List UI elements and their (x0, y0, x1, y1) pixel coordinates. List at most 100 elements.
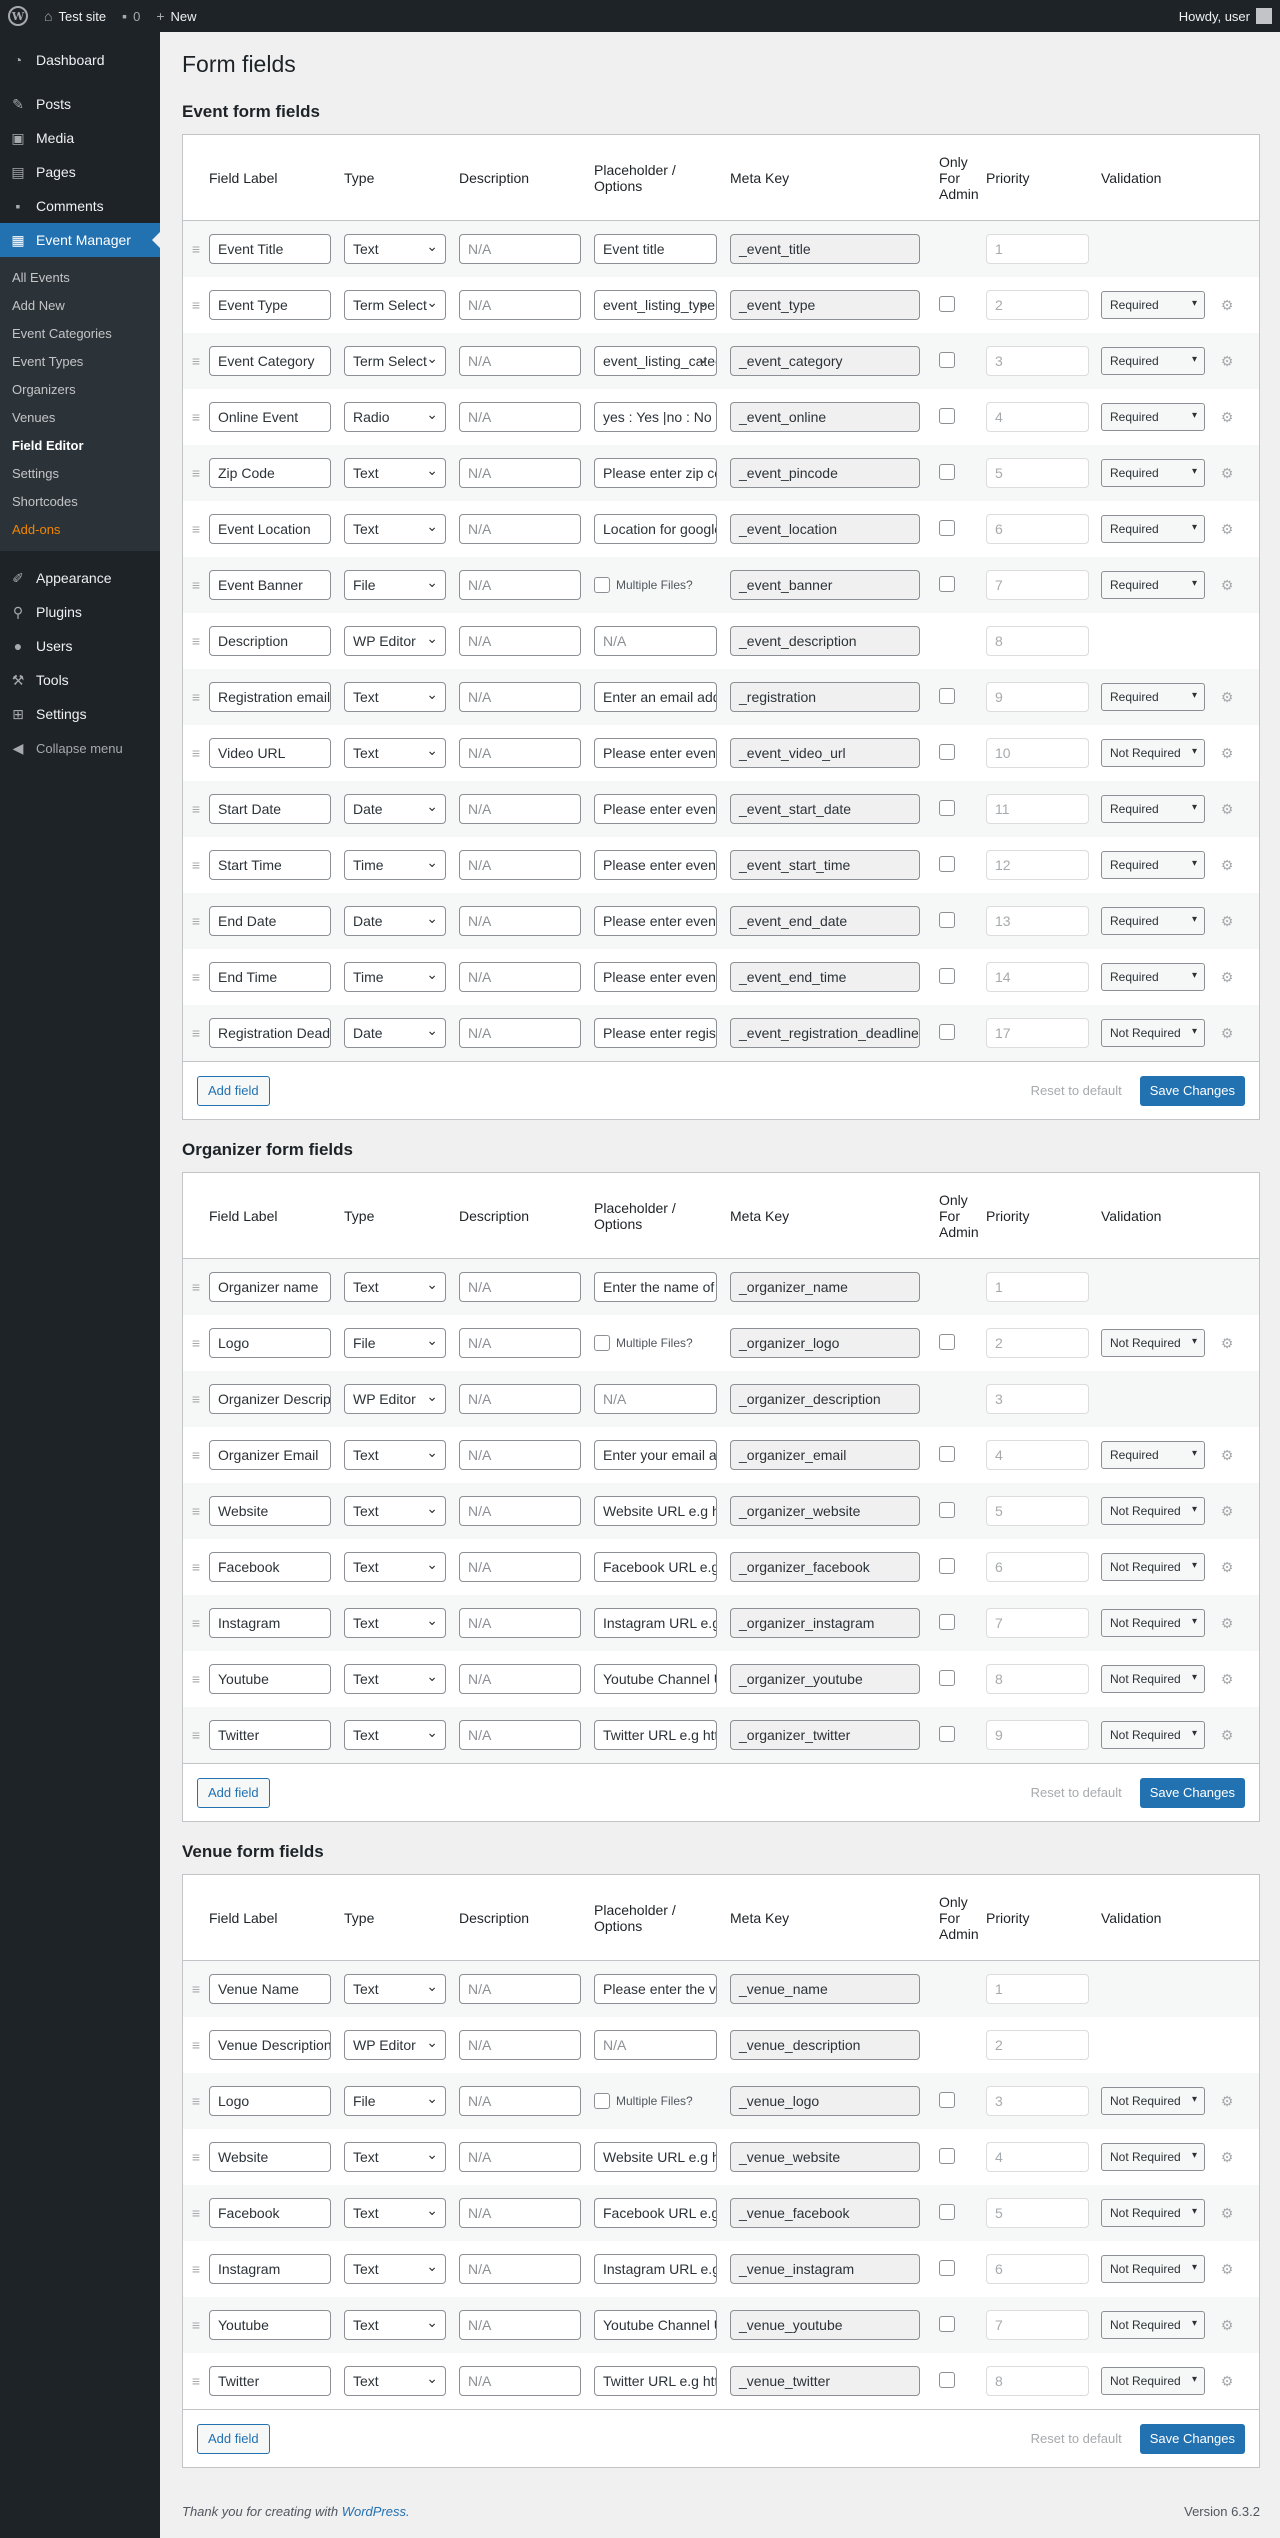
validation-select[interactable]: Not Required (1101, 739, 1205, 767)
field-type-select[interactable]: Text (344, 458, 446, 488)
validation-select[interactable]: Not Required (1101, 2255, 1205, 2283)
field-settings-gear-icon[interactable]: ⚙ (1217, 353, 1237, 370)
drag-handle-icon[interactable]: ≡ (183, 297, 209, 313)
drag-handle-icon[interactable]: ≡ (183, 1279, 209, 1295)
reset-to-default-link[interactable]: Reset to default (1031, 1785, 1122, 1800)
my-account[interactable]: Howdy, user (1179, 8, 1280, 24)
validation-select[interactable]: Not Required (1101, 2199, 1205, 2227)
placeholder-input[interactable]: Youtube Channel URL e.g http://www.youtu… (594, 2310, 717, 2340)
placeholder-input[interactable]: Enter your email address (594, 1440, 717, 1470)
field-label-input[interactable]: Video URL (209, 738, 331, 768)
field-label-input[interactable]: Instagram (209, 1608, 331, 1638)
description-input[interactable]: N/A (459, 1440, 581, 1470)
field-type-select[interactable]: Text (344, 2198, 446, 2228)
drag-handle-icon[interactable]: ≡ (183, 689, 209, 705)
reset-to-default-link[interactable]: Reset to default (1031, 2431, 1122, 2446)
menu-appearance[interactable]: ✐ Appearance (0, 561, 160, 595)
only-for-admin-checkbox[interactable] (939, 743, 955, 760)
field-label-input[interactable]: Event Category (209, 346, 331, 376)
field-label-input[interactable]: Youtube (209, 1664, 331, 1694)
placeholder-input[interactable]: Please enter zip code (594, 458, 717, 488)
only-for-admin-checkbox[interactable] (939, 463, 955, 480)
validation-select[interactable]: Not Required (1101, 1019, 1205, 1047)
priority-input[interactable]: 9 (986, 682, 1089, 712)
description-input[interactable]: N/A (459, 738, 581, 768)
priority-input[interactable]: 10 (986, 738, 1089, 768)
validation-select[interactable]: Required (1101, 571, 1205, 599)
field-label-input[interactable]: Venue Description (209, 2030, 331, 2060)
placeholder-input[interactable]: Facebook URL e.g http://www.facebook.com… (594, 1552, 717, 1582)
field-settings-gear-icon[interactable]: ⚙ (1217, 1559, 1237, 1576)
field-settings-gear-icon[interactable]: ⚙ (1217, 465, 1237, 482)
priority-input[interactable]: 8 (986, 1664, 1089, 1694)
description-input[interactable]: N/A (459, 1974, 581, 2004)
validation-select[interactable]: Not Required (1101, 2143, 1205, 2171)
only-for-admin-checkbox[interactable] (939, 407, 955, 424)
drag-handle-icon[interactable]: ≡ (183, 1981, 209, 1997)
priority-input[interactable]: 3 (986, 346, 1089, 376)
drag-handle-icon[interactable]: ≡ (183, 1447, 209, 1463)
description-input[interactable]: N/A (459, 1496, 581, 1526)
field-settings-gear-icon[interactable]: ⚙ (1217, 969, 1237, 986)
field-settings-gear-icon[interactable]: ⚙ (1217, 2261, 1237, 2278)
priority-input[interactable]: 4 (986, 2142, 1089, 2172)
validation-select[interactable]: Required (1101, 851, 1205, 879)
drag-handle-icon[interactable]: ≡ (183, 1391, 209, 1407)
drag-handle-icon[interactable]: ≡ (183, 969, 209, 985)
only-for-admin-checkbox[interactable] (939, 2371, 955, 2388)
multiple-files-checkbox[interactable] (594, 1335, 610, 1351)
field-label-input[interactable]: Website (209, 2142, 331, 2172)
drag-handle-icon[interactable]: ≡ (183, 1503, 209, 1519)
field-settings-gear-icon[interactable]: ⚙ (1217, 857, 1237, 874)
field-label-input[interactable]: Logo (209, 1328, 331, 1358)
description-input[interactable]: N/A (459, 514, 581, 544)
only-for-admin-checkbox[interactable] (939, 1613, 955, 1630)
placeholder-input[interactable]: Enter an email address (594, 682, 717, 712)
field-settings-gear-icon[interactable]: ⚙ (1217, 689, 1237, 706)
validation-select[interactable]: Required (1101, 403, 1205, 431)
field-settings-gear-icon[interactable]: ⚙ (1217, 2093, 1237, 2110)
description-input[interactable]: N/A (459, 1720, 581, 1750)
priority-input[interactable]: 13 (986, 906, 1089, 936)
submenu-event-categories[interactable]: Event Categories (0, 320, 160, 348)
field-label-input[interactable]: Event Title (209, 234, 331, 264)
placeholder-input[interactable]: Instagram URL e.g http://www.instagram.c… (594, 1608, 717, 1638)
field-settings-gear-icon[interactable]: ⚙ (1217, 2149, 1237, 2166)
description-input[interactable]: N/A (459, 1272, 581, 1302)
field-type-select[interactable]: Term Select (344, 290, 446, 320)
drag-handle-icon[interactable]: ≡ (183, 241, 209, 257)
submenu-add-ons[interactable]: Add-ons (0, 516, 160, 544)
field-type-select[interactable]: File (344, 1328, 446, 1358)
field-type-select[interactable]: Radio (344, 402, 446, 432)
drag-handle-icon[interactable]: ≡ (183, 2373, 209, 2389)
placeholder-input[interactable]: Please enter the venue name (594, 1974, 717, 2004)
drag-handle-icon[interactable]: ≡ (183, 1727, 209, 1743)
drag-handle-icon[interactable]: ≡ (183, 745, 209, 761)
menu-pages[interactable]: ▤ Pages (0, 155, 160, 189)
validation-select[interactable]: Not Required (1101, 1497, 1205, 1525)
field-type-select[interactable]: Date (344, 1018, 446, 1048)
submenu-all-events[interactable]: All Events (0, 264, 160, 292)
field-type-select[interactable]: Text (344, 1974, 446, 2004)
field-settings-gear-icon[interactable]: ⚙ (1217, 1025, 1237, 1042)
field-type-select[interactable]: Text (344, 1440, 446, 1470)
field-label-input[interactable]: Youtube (209, 2310, 331, 2340)
field-type-select[interactable]: Text (344, 234, 446, 264)
validation-select[interactable]: Not Required (1101, 1609, 1205, 1637)
only-for-admin-checkbox[interactable] (939, 575, 955, 592)
field-settings-gear-icon[interactable]: ⚙ (1217, 913, 1237, 930)
field-label-input[interactable]: Organizer name (209, 1272, 331, 1302)
placeholder-input[interactable]: N/A (594, 1384, 717, 1414)
drag-handle-icon[interactable]: ≡ (183, 2149, 209, 2165)
menu-event-manager[interactable]: ▦ Event Manager (0, 223, 160, 257)
validation-select[interactable]: Required (1101, 459, 1205, 487)
description-input[interactable]: N/A (459, 290, 581, 320)
field-type-select[interactable]: Time (344, 962, 446, 992)
only-for-admin-checkbox[interactable] (939, 799, 955, 816)
validation-select[interactable]: Not Required (1101, 1553, 1205, 1581)
validation-select[interactable]: Not Required (1101, 2087, 1205, 2115)
description-input[interactable]: N/A (459, 2254, 581, 2284)
only-for-admin-checkbox[interactable] (939, 1445, 955, 1462)
description-input[interactable]: N/A (459, 962, 581, 992)
priority-input[interactable]: 5 (986, 1496, 1089, 1526)
